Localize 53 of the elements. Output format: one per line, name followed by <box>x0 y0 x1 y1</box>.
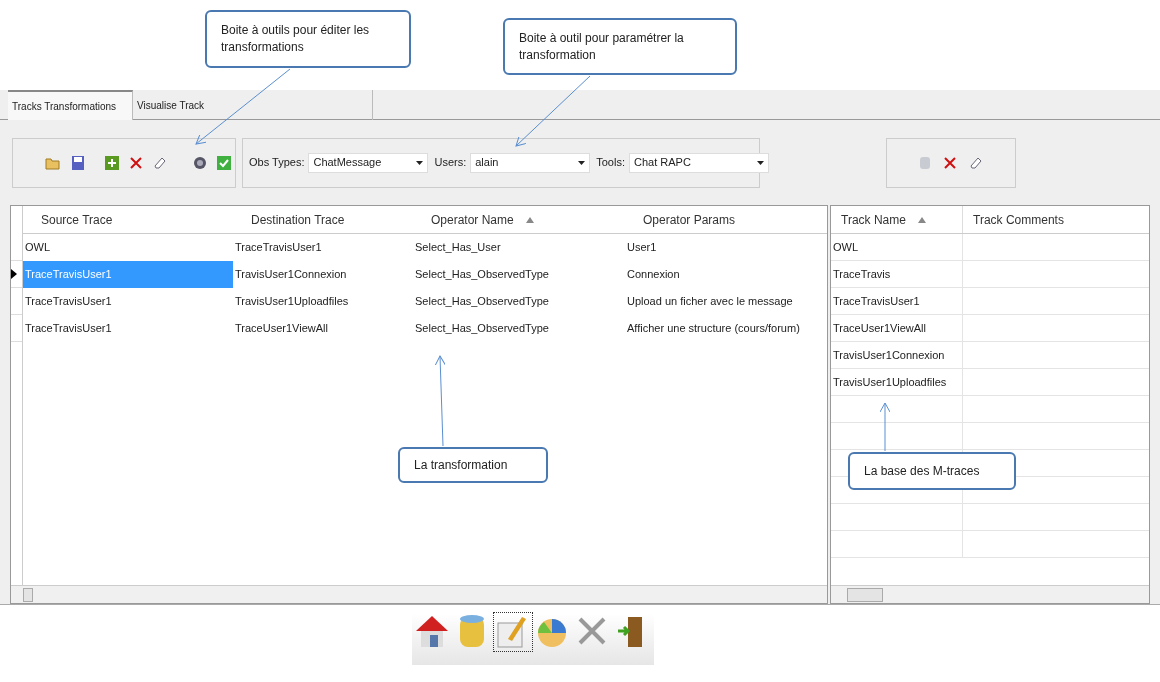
column-header[interactable]: Operator Name <box>413 206 625 233</box>
horizontal-scrollbar[interactable] <box>831 585 1149 603</box>
annotation-callout: Boite à outils pour éditer les transformations <box>205 10 411 68</box>
table-cell-text: User1 <box>626 240 658 256</box>
dropdown-caret-icon <box>756 160 764 165</box>
dropdown-caret-icon <box>416 160 424 165</box>
row-pointer-icon <box>11 269 17 279</box>
table-cell-text: Select_Has_ObservedType <box>414 321 550 337</box>
callout-arrow <box>879 402 891 452</box>
table-cell-text: TravisUser1Connexion <box>234 267 348 283</box>
tab[interactable]: Tracks Transformations <box>8 90 133 120</box>
column-header[interactable]: Destination Trace <box>233 206 413 233</box>
table-cell: TraceTravisUser1 <box>23 261 233 288</box>
tab[interactable]: Visualise Track <box>133 90 373 120</box>
table-cell-text: Connexion <box>626 267 681 283</box>
horizontal-scrollbar[interactable] <box>11 585 827 603</box>
add-icon[interactable] <box>105 155 119 170</box>
column-header[interactable]: Operator Params <box>625 206 825 233</box>
annotation-callout: Boite à outil pour paramétrer la transformation <box>503 18 737 75</box>
table-cell-text: Afficher une structure (cours/forum) <box>626 321 801 337</box>
table-cell-text: TravisUser1Uploadfiles <box>234 294 350 310</box>
delete-icon[interactable] <box>943 155 957 170</box>
table-cell-text: TraceUser1ViewAll <box>234 321 329 337</box>
column-header[interactable]: Source Trace <box>23 206 233 233</box>
dropdown-caret-icon <box>578 160 586 165</box>
annotation-callout: La base des M-traces <box>848 452 1016 490</box>
annotation-callout: La transformation <box>398 447 548 483</box>
table-cell-text: OWL <box>833 239 859 255</box>
save-icon[interactable] <box>71 154 85 171</box>
filter-dropdown[interactable]: Chat RAPC <box>628 152 769 173</box>
edit-icon[interactable] <box>493 613 532 651</box>
table-cell-text: Select_Has_ObservedType <box>414 294 550 310</box>
table-cell-text: TraceTravisUser1 <box>234 240 323 256</box>
table-cell-text: Select_Has_User <box>414 240 502 256</box>
table-cell-text: TraceTravis <box>833 266 891 282</box>
table-cell-text: Upload un ficher avec le message <box>626 294 794 310</box>
table-cell-text: TraceTravisUser1 <box>833 293 920 309</box>
column-header[interactable]: Track Comments <box>963 206 1149 233</box>
filter-label: Obs Types: <box>249 155 305 171</box>
table-cell-text: TravisUser1Uploadfiles <box>833 374 947 390</box>
delete-icon[interactable] <box>129 155 143 170</box>
table-cell-text: TravisUser1Connexion <box>833 347 945 363</box>
filter-label: Tools: <box>596 155 625 171</box>
filter-dropdown[interactable]: alain <box>470 152 591 173</box>
column-header[interactable]: Track Name <box>831 206 963 233</box>
filter-label: Users: <box>434 155 467 171</box>
table-cell-text: TraceTravisUser1 <box>24 294 113 310</box>
checkmark-icon[interactable] <box>217 155 231 170</box>
table-cell-text: TraceTravisUser1 <box>24 321 113 337</box>
filter-dropdown[interactable]: ChatMessage <box>308 152 429 173</box>
table-cell-text: OWL <box>24 240 52 256</box>
table-cell-text: Select_Has_ObservedType <box>414 267 550 283</box>
table-cell-text: TraceUser1ViewAll <box>833 320 926 336</box>
